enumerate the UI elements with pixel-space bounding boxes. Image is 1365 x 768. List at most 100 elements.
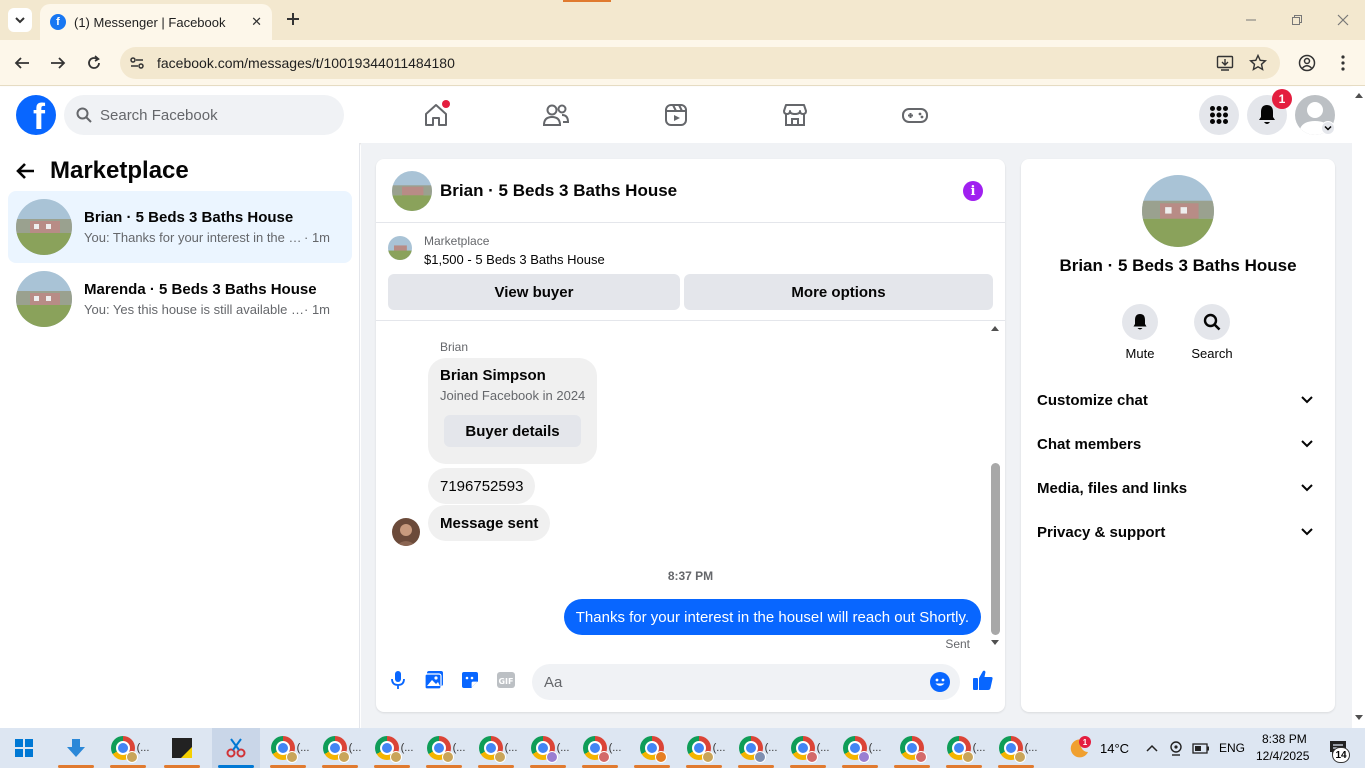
bookmark-star-icon[interactable] <box>1249 54 1267 72</box>
taskbar-label: (... <box>452 742 466 754</box>
taskbar-chrome[interactable]: (... <box>524 728 576 768</box>
install-app-icon[interactable] <box>1216 54 1234 72</box>
facebook-search-box[interactable] <box>64 95 344 135</box>
taskbar-chrome[interactable]: (... <box>264 728 316 768</box>
clock-date[interactable]: 12/4/2025 <box>1256 749 1309 763</box>
taskbar-chrome[interactable]: (... <box>992 728 1044 768</box>
restore-button[interactable] <box>1287 10 1307 30</box>
profile-button[interactable] <box>1296 52 1318 74</box>
taskbar-chrome[interactable]: (... <box>732 728 784 768</box>
site-settings-icon[interactable] <box>128 54 146 72</box>
back-button[interactable] <box>11 52 33 74</box>
taskbar-chrome[interactable]: (... <box>104 728 156 768</box>
sticky-notes-icon <box>172 738 192 758</box>
chrome-icon <box>110 736 138 763</box>
scroll-up-arrow[interactable] <box>991 326 999 331</box>
url-text[interactable]: facebook.com/messages/t/1001934401148418… <box>157 55 455 71</box>
nav-gaming[interactable] <box>899 99 931 131</box>
incoming-message: 7196752593 <box>428 468 536 504</box>
more-options-button[interactable]: More options <box>684 274 993 310</box>
page-scrollbar[interactable] <box>1352 87 1365 728</box>
new-tab-button[interactable] <box>282 8 304 30</box>
menu-button[interactable] <box>1199 95 1239 135</box>
info-icon[interactable]: i <box>963 181 983 201</box>
plus-icon <box>287 13 299 25</box>
mute-action[interactable]: Mute <box>1110 304 1170 361</box>
facebook-logo-icon[interactable]: f <box>16 95 56 135</box>
taskbar-chrome[interactable]: (... <box>836 728 888 768</box>
bell-icon <box>1259 105 1275 124</box>
video-icon <box>665 104 687 126</box>
minimize-button[interactable] <box>1241 10 1261 30</box>
like-button[interactable] <box>972 669 994 691</box>
taskbar-chrome[interactable]: (... <box>940 728 992 768</box>
media-files-links-row[interactable]: Media, files and links <box>1029 466 1327 510</box>
customize-chat-row[interactable]: Customize chat <box>1029 378 1327 422</box>
chat-members-row[interactable]: Chat members <box>1029 422 1327 466</box>
marketplace-icon <box>783 104 807 126</box>
tab-search-button[interactable] <box>8 8 32 32</box>
search-action[interactable]: Search <box>1182 304 1242 361</box>
view-buyer-button[interactable]: View buyer <box>388 274 680 310</box>
start-button[interactable] <box>0 728 48 768</box>
browser-tab-messenger[interactable]: f (1) Messenger | Facebook ✕ <box>40 4 272 40</box>
taskbar-downloads[interactable] <box>52 728 100 768</box>
taskbar-snipping-tool[interactable] <box>212 728 260 768</box>
taskbar-chrome[interactable]: (... <box>576 728 628 768</box>
voice-clip-button[interactable] <box>387 669 409 691</box>
message-input[interactable] <box>544 664 924 700</box>
nav-home[interactable] <box>420 99 452 131</box>
close-window-button[interactable] <box>1333 10 1353 30</box>
taskbar-label: (... <box>764 742 778 754</box>
tray-battery[interactable] <box>1190 728 1212 768</box>
emoji-icon[interactable] <box>930 672 950 692</box>
webcam-icon <box>1170 741 1182 756</box>
message-input-box[interactable] <box>532 664 960 700</box>
sticker-button[interactable] <box>459 669 481 691</box>
conversation-title[interactable]: Brian · 5 Beds 3 Baths House <box>440 181 677 201</box>
chat-info-avatar <box>1142 175 1214 247</box>
privacy-support-row[interactable]: Privacy & support <box>1029 510 1327 554</box>
clock-time[interactable]: 8:38 PM <box>1262 732 1307 746</box>
chat-item-brian[interactable]: Brian · 5 Beds 3 Baths House You: Thanks… <box>8 191 352 263</box>
gif-button[interactable]: GIF <box>495 669 517 691</box>
nav-video[interactable] <box>660 99 692 131</box>
sender-name-label: Brian <box>440 340 469 354</box>
forward-button[interactable] <box>47 52 69 74</box>
browser-menu-button[interactable] <box>1332 52 1354 74</box>
conversation-avatar[interactable] <box>392 170 432 211</box>
page-scroll-down[interactable] <box>1355 715 1363 720</box>
taskbar-sticky-notes[interactable] <box>158 728 206 768</box>
tab-close-icon[interactable]: ✕ <box>251 14 262 30</box>
taskbar-chrome[interactable]: (... <box>472 728 524 768</box>
taskbar-chrome[interactable]: (... <box>680 728 732 768</box>
taskbar-chrome[interactable]: (... <box>784 728 836 768</box>
nav-marketplace[interactable] <box>779 99 811 131</box>
listing-title[interactable]: $1,500 - 5 Beds 3 Baths House <box>424 252 605 267</box>
taskbar-chrome[interactable]: (... <box>316 728 368 768</box>
gamepad-icon <box>902 108 928 123</box>
language-indicator[interactable]: ENG <box>1219 741 1245 755</box>
weather-temp[interactable]: 14°C <box>1100 741 1129 756</box>
facebook-search-input[interactable] <box>100 106 320 124</box>
back-arrow-icon[interactable] <box>16 161 36 181</box>
page-scroll-up[interactable] <box>1355 93 1363 98</box>
reload-button[interactable] <box>83 52 105 74</box>
show-hidden-icons[interactable] <box>1142 728 1162 768</box>
taskbar-chrome[interactable]: (... <box>420 728 472 768</box>
sender-avatar[interactable] <box>392 518 420 546</box>
chat-item-marenda[interactable]: Marenda · 5 Beds 3 Baths House You: Yes … <box>8 263 352 335</box>
omnibox[interactable]: facebook.com/messages/t/1001934401148418… <box>120 47 1280 79</box>
tab-strip-accent <box>563 0 611 2</box>
tray-meet-now[interactable] <box>1166 728 1186 768</box>
nav-friends[interactable] <box>540 99 572 131</box>
scroll-down-arrow[interactable] <box>991 640 999 645</box>
taskbar-chrome[interactable] <box>628 728 676 768</box>
taskbar-chrome[interactable] <box>888 728 936 768</box>
attach-media-button[interactable] <box>423 669 445 691</box>
buyer-details-button[interactable]: Buyer details <box>444 415 581 447</box>
weather-widget[interactable] <box>1064 728 1094 768</box>
conversation-scrollbar-thumb[interactable] <box>991 463 1000 635</box>
account-caret[interactable] <box>1321 121 1335 135</box>
taskbar-chrome[interactable]: (... <box>368 728 420 768</box>
